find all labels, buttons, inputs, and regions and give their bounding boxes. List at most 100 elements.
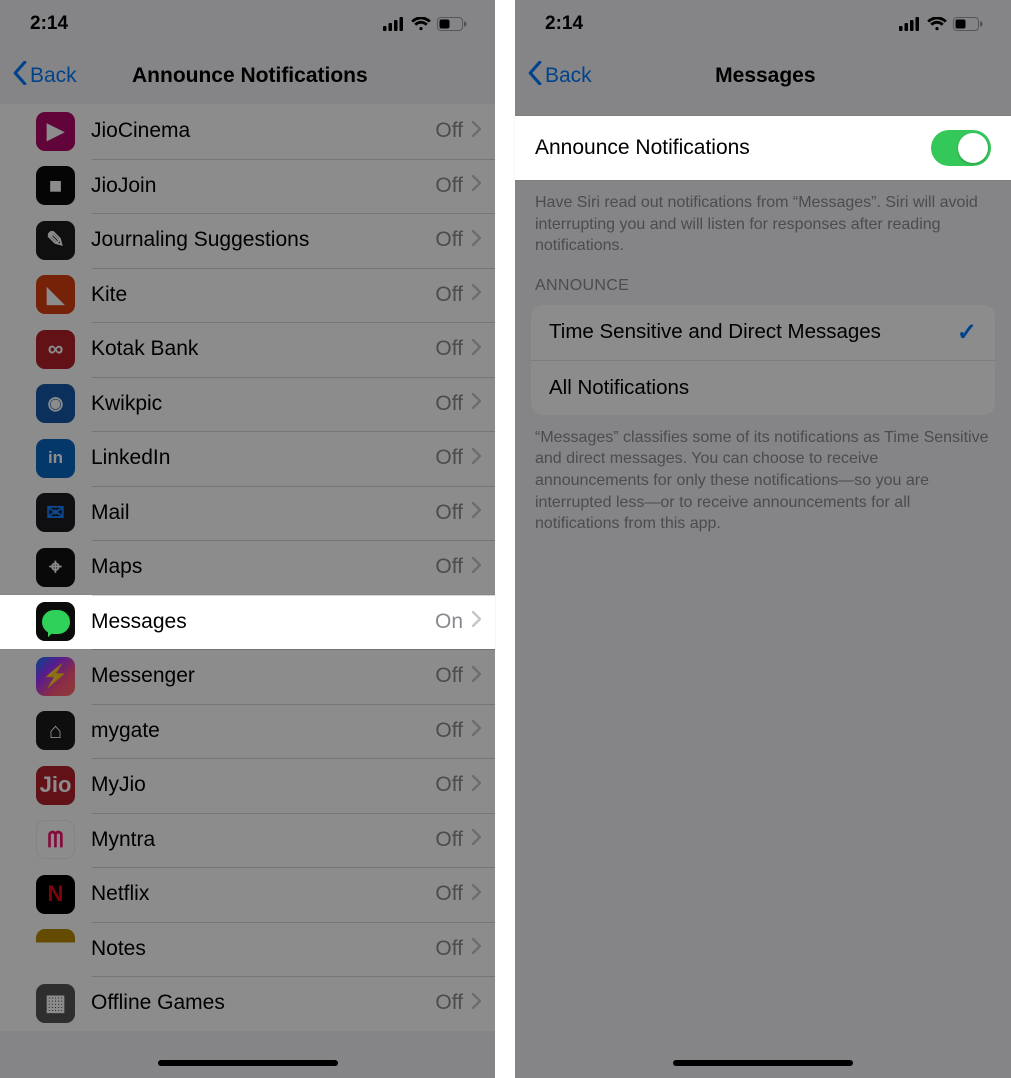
checkmark-icon: ✓ [957,318,977,347]
app-list: ▶JioCinemaOff■JioJoinOff✎Journaling Sugg… [0,104,495,1031]
app-row-journal[interactable]: ✎Journaling SuggestionsOff [0,213,495,268]
app-icon-netflix: N [36,875,75,914]
app-row-kwikpic[interactable]: ◉KwikpicOff [0,377,495,432]
navbar: Back Messages [515,48,1011,104]
app-state-value: Off [435,882,463,906]
app-icon-maps: ⌖ [36,548,75,587]
chevron-right-icon [471,448,481,469]
status-icons [383,17,467,31]
announce-option[interactable]: Time Sensitive and Direct Messages ✓ [531,305,995,360]
home-indicator [158,1060,338,1066]
app-row-jiojoin[interactable]: ■ JioJoinOff [0,159,495,214]
chevron-right-icon [471,175,481,196]
status-time: 2:14 [30,13,68,35]
app-label: Notes [91,937,435,961]
section-header-announce: ANNOUNCE [515,257,1011,305]
chevron-right-icon [471,284,481,305]
home-indicator [673,1060,853,1066]
app-row-mygate[interactable]: ⌂mygateOff [0,704,495,759]
toggle-footer-text: Have Siri read out notifications from “M… [515,180,1011,257]
phone-messages-detail: 2:14 Back Messages Announce Notification… [515,0,1011,1078]
page-title: Messages [532,64,999,88]
app-label: MyJio [91,773,435,797]
announce-toggle-group: Announce Notifications [515,116,1011,180]
app-row-myntra[interactable]: ᗰMyntraOff [0,813,495,868]
app-icon-kotak: ∞ [36,330,75,369]
app-icon-myntra: ᗰ [36,820,75,859]
battery-icon [437,17,467,31]
app-state-value: Off [435,828,463,852]
app-icon-myjio: Jio [36,766,75,805]
navbar: Back Announce Notifications [0,48,495,104]
chevron-right-icon [471,775,481,796]
app-label: Offline Games [91,991,435,1015]
app-label: mygate [91,719,435,743]
app-row-linkedin[interactable]: inLinkedInOff [0,431,495,486]
cellular-signal-icon [383,17,405,31]
chevron-right-icon [471,502,481,523]
app-row-kite[interactable]: ◣KiteOff [0,268,495,323]
chevron-right-icon [471,993,481,1014]
app-icon-journal: ✎ [36,221,75,260]
app-row-notes[interactable]: NotesOff [0,922,495,977]
app-icon-messages [36,602,75,641]
app-row-jiocinema[interactable]: ▶ JioCinemaOff [0,104,495,159]
statusbar: 2:14 [0,0,495,48]
chevron-right-icon [471,339,481,360]
app-state-value: Off [435,937,463,961]
app-state-value: Off [435,991,463,1015]
app-label: JioJoin [91,174,435,198]
app-row-kotak[interactable]: ∞Kotak BankOff [0,322,495,377]
statusbar: 2:14 [515,0,1011,48]
phone-announce-list: 2:14 Back Announce Notifications ▶ JioCin… [0,0,495,1078]
chevron-right-icon [471,121,481,142]
app-icon-mygate: ⌂ [36,711,75,750]
toggle-label: Announce Notifications [535,136,750,160]
app-row-mail[interactable]: ✉ MailOff [0,486,495,541]
chevron-right-icon [471,829,481,850]
app-row-myjio[interactable]: JioMyJioOff [0,758,495,813]
options-footer-text: “Messages” classifies some of its notifi… [515,415,1011,535]
app-state-value: Off [435,392,463,416]
announce-toggle-row[interactable]: Announce Notifications [515,116,1011,180]
chevron-right-icon [471,230,481,251]
app-state-value: Off [435,174,463,198]
option-label: Time Sensitive and Direct Messages [549,320,881,344]
app-row-netflix[interactable]: N NetflixOff [0,867,495,922]
app-label: Netflix [91,882,435,906]
app-label: Kwikpic [91,392,435,416]
app-label: Journaling Suggestions [91,228,435,252]
toggle-switch[interactable] [931,130,991,166]
announce-options-group: Time Sensitive and Direct Messages ✓ All N… [531,305,995,415]
app-state-value: On [435,610,463,634]
app-state-value: Off [435,119,463,143]
app-state-value: Off [435,283,463,307]
app-row-offline[interactable]: ▦ Offline GamesOff [0,976,495,1031]
app-label: LinkedIn [91,446,435,470]
app-label: Messenger [91,664,435,688]
app-row-maps[interactable]: ⌖MapsOff [0,540,495,595]
app-label: Kite [91,283,435,307]
wifi-icon [927,17,947,31]
chevron-right-icon [471,666,481,687]
page-title: Announce Notifications [17,64,483,88]
app-icon-linkedin: in [36,439,75,478]
app-icon-offline: ▦ [36,984,75,1023]
app-state-value: Off [435,501,463,525]
chevron-right-icon [471,611,481,632]
app-icon-jiojoin: ■ [36,166,75,205]
app-row-messages[interactable]: MessagesOn [0,595,495,650]
app-label: Mail [91,501,435,525]
app-icon-mail: ✉ [36,493,75,532]
announce-option[interactable]: All Notifications [531,360,995,415]
app-label: JioCinema [91,119,435,143]
status-icons [899,17,983,31]
app-row-messenger[interactable]: ⚡MessengerOff [0,649,495,704]
app-state-value: Off [435,337,463,361]
cellular-signal-icon [899,17,921,31]
app-icon-jiocinema: ▶ [36,112,75,151]
app-icon-notes [36,929,75,968]
chevron-right-icon [471,938,481,959]
battery-icon [953,17,983,31]
app-icon-messenger: ⚡ [36,657,75,696]
